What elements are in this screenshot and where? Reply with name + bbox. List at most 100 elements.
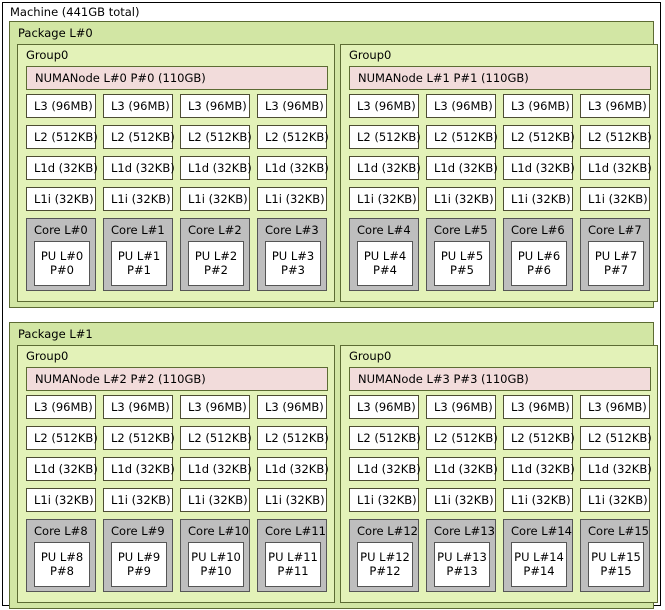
cache-box-l1i[interactable]: L1i (32KB) <box>257 488 327 512</box>
pu-box[interactable]: PU L#12 P#12 <box>357 542 413 587</box>
core-box[interactable]: Core L#5 PU L#5 P#5 <box>426 218 496 291</box>
core-box[interactable]: Core L#15 PU L#15 P#15 <box>580 519 650 592</box>
cache-box-l2[interactable]: L2 (512KB) <box>349 125 421 149</box>
numanode-box-0-1[interactable]: NUMANode L#1 P#1 (110GB) <box>349 66 651 90</box>
pu-box[interactable]: PU L#4 P#4 <box>357 241 413 286</box>
cache-box-l2[interactable]: L2 (512KB) <box>26 426 98 450</box>
cache-box-l1i[interactable]: L1i (32KB) <box>349 187 419 211</box>
pu-box[interactable]: PU L#8 P#8 <box>34 542 90 587</box>
cache-box-l1i[interactable]: L1i (32KB) <box>26 187 96 211</box>
pu-box[interactable]: PU L#9 P#9 <box>111 542 167 587</box>
package-box-1[interactable]: Package L#1 Group0 NUMANode L#2 P#2 (110… <box>9 322 658 609</box>
cache-box-l2[interactable]: L2 (512KB) <box>180 125 252 149</box>
cache-box-l1d[interactable]: L1d (32KB) <box>580 156 652 180</box>
cache-box-l1d[interactable]: L1d (32KB) <box>257 156 329 180</box>
core-box[interactable]: Core L#1 PU L#1 P#1 <box>103 218 173 291</box>
cache-box-l3[interactable]: L3 (96MB) <box>580 395 650 419</box>
cache-box-l3[interactable]: L3 (96MB) <box>580 94 650 118</box>
pu-box[interactable]: PU L#2 P#2 <box>188 241 244 286</box>
cache-box-l3[interactable]: L3 (96MB) <box>503 395 573 419</box>
cache-box-l1i[interactable]: L1i (32KB) <box>257 187 327 211</box>
cache-box-l3[interactable]: L3 (96MB) <box>26 94 96 118</box>
core-box[interactable]: Core L#6 PU L#6 P#6 <box>503 218 573 291</box>
group-box-0-0[interactable]: Group0 NUMANode L#0 P#0 (110GB) L3 (96MB… <box>17 44 335 302</box>
cache-box-l2[interactable]: L2 (512KB) <box>257 426 329 450</box>
cache-box-l1i[interactable]: L1i (32KB) <box>503 488 573 512</box>
core-box[interactable]: Core L#14 PU L#14 P#14 <box>503 519 573 592</box>
core-box[interactable]: Core L#12 PU L#12 P#12 <box>349 519 419 592</box>
core-box[interactable]: Core L#2 PU L#2 P#2 <box>180 218 250 291</box>
cache-box-l3[interactable]: L3 (96MB) <box>103 395 173 419</box>
cache-box-l1d[interactable]: L1d (32KB) <box>426 156 498 180</box>
pu-box[interactable]: PU L#11 P#11 <box>265 542 321 587</box>
cache-box-l3[interactable]: L3 (96MB) <box>503 94 573 118</box>
cache-box-l3[interactable]: L3 (96MB) <box>349 94 419 118</box>
pu-box[interactable]: PU L#5 P#5 <box>434 241 490 286</box>
cache-box-l2[interactable]: L2 (512KB) <box>580 125 652 149</box>
cache-box-l1i[interactable]: L1i (32KB) <box>103 488 173 512</box>
cache-box-l1i[interactable]: L1i (32KB) <box>180 187 250 211</box>
pu-box[interactable]: PU L#15 P#15 <box>588 542 644 587</box>
cache-box-l2[interactable]: L2 (512KB) <box>426 125 498 149</box>
cache-box-l3[interactable]: L3 (96MB) <box>349 395 419 419</box>
cache-box-l2[interactable]: L2 (512KB) <box>180 426 252 450</box>
package-box-0[interactable]: Package L#0 Group0 NUMANode L#0 P#0 (110… <box>9 21 658 308</box>
cache-box-l2[interactable]: L2 (512KB) <box>103 125 175 149</box>
pu-box[interactable]: PU L#7 P#7 <box>588 241 644 286</box>
cache-box-l3[interactable]: L3 (96MB) <box>180 395 250 419</box>
cache-box-l1i[interactable]: L1i (32KB) <box>503 187 573 211</box>
cache-box-l1d[interactable]: L1d (32KB) <box>257 457 329 481</box>
cache-box-l1d[interactable]: L1d (32KB) <box>26 457 98 481</box>
cache-box-l3[interactable]: L3 (96MB) <box>426 94 496 118</box>
core-box[interactable]: Core L#3 PU L#3 P#3 <box>257 218 327 291</box>
cache-box-l1d[interactable]: L1d (32KB) <box>349 156 421 180</box>
pu-box[interactable]: PU L#13 P#13 <box>434 542 490 587</box>
core-box[interactable]: Core L#11 PU L#11 P#11 <box>257 519 327 592</box>
core-box[interactable]: Core L#8 PU L#8 P#8 <box>26 519 96 592</box>
cache-box-l1i[interactable]: L1i (32KB) <box>103 187 173 211</box>
cache-box-l1d[interactable]: L1d (32KB) <box>349 457 421 481</box>
cache-box-l2[interactable]: L2 (512KB) <box>503 426 575 450</box>
cache-box-l3[interactable]: L3 (96MB) <box>26 395 96 419</box>
cache-box-l1d[interactable]: L1d (32KB) <box>580 457 652 481</box>
cache-box-l1i[interactable]: L1i (32KB) <box>426 488 496 512</box>
group-box-1-0[interactable]: Group0 NUMANode L#2 P#2 (110GB) L3 (96MB… <box>17 345 335 603</box>
cache-box-l1d[interactable]: L1d (32KB) <box>426 457 498 481</box>
group-box-1-1[interactable]: Group0 NUMANode L#3 P#3 (110GB) L3 (96MB… <box>340 345 658 603</box>
numanode-box-1-0[interactable]: NUMANode L#2 P#2 (110GB) <box>26 367 328 391</box>
cache-box-l3[interactable]: L3 (96MB) <box>180 94 250 118</box>
numanode-box-0-0[interactable]: NUMANode L#0 P#0 (110GB) <box>26 66 328 90</box>
numanode-box-1-1[interactable]: NUMANode L#3 P#3 (110GB) <box>349 367 651 391</box>
cache-box-l2[interactable]: L2 (512KB) <box>349 426 421 450</box>
cache-box-l1d[interactable]: L1d (32KB) <box>180 156 252 180</box>
cache-box-l2[interactable]: L2 (512KB) <box>503 125 575 149</box>
cache-box-l2[interactable]: L2 (512KB) <box>257 125 329 149</box>
pu-box[interactable]: PU L#0 P#0 <box>34 241 90 286</box>
cache-box-l1i[interactable]: L1i (32KB) <box>580 488 650 512</box>
cache-box-l2[interactable]: L2 (512KB) <box>26 125 98 149</box>
cache-box-l1i[interactable]: L1i (32KB) <box>426 187 496 211</box>
pu-box[interactable]: PU L#10 P#10 <box>188 542 244 587</box>
cache-box-l1i[interactable]: L1i (32KB) <box>180 488 250 512</box>
cache-box-l1i[interactable]: L1i (32KB) <box>349 488 419 512</box>
cache-box-l1d[interactable]: L1d (32KB) <box>503 457 575 481</box>
pu-box[interactable]: PU L#14 P#14 <box>511 542 567 587</box>
cache-box-l3[interactable]: L3 (96MB) <box>257 94 327 118</box>
core-box[interactable]: Core L#7 PU L#7 P#7 <box>580 218 650 291</box>
cache-box-l2[interactable]: L2 (512KB) <box>426 426 498 450</box>
cache-box-l1i[interactable]: L1i (32KB) <box>26 488 96 512</box>
pu-box[interactable]: PU L#6 P#6 <box>511 241 567 286</box>
cache-box-l3[interactable]: L3 (96MB) <box>257 395 327 419</box>
cache-box-l1d[interactable]: L1d (32KB) <box>103 156 175 180</box>
core-box[interactable]: Core L#4 PU L#4 P#4 <box>349 218 419 291</box>
core-box[interactable]: Core L#13 PU L#13 P#13 <box>426 519 496 592</box>
cache-box-l3[interactable]: L3 (96MB) <box>103 94 173 118</box>
cache-box-l1i[interactable]: L1i (32KB) <box>580 187 650 211</box>
cache-box-l3[interactable]: L3 (96MB) <box>426 395 496 419</box>
core-box[interactable]: Core L#9 PU L#9 P#9 <box>103 519 173 592</box>
cache-box-l1d[interactable]: L1d (32KB) <box>180 457 252 481</box>
cache-box-l1d[interactable]: L1d (32KB) <box>26 156 98 180</box>
core-box[interactable]: Core L#0 PU L#0 P#0 <box>26 218 96 291</box>
cache-box-l2[interactable]: L2 (512KB) <box>103 426 175 450</box>
group-box-0-1[interactable]: Group0 NUMANode L#1 P#1 (110GB) L3 (96MB… <box>340 44 658 302</box>
